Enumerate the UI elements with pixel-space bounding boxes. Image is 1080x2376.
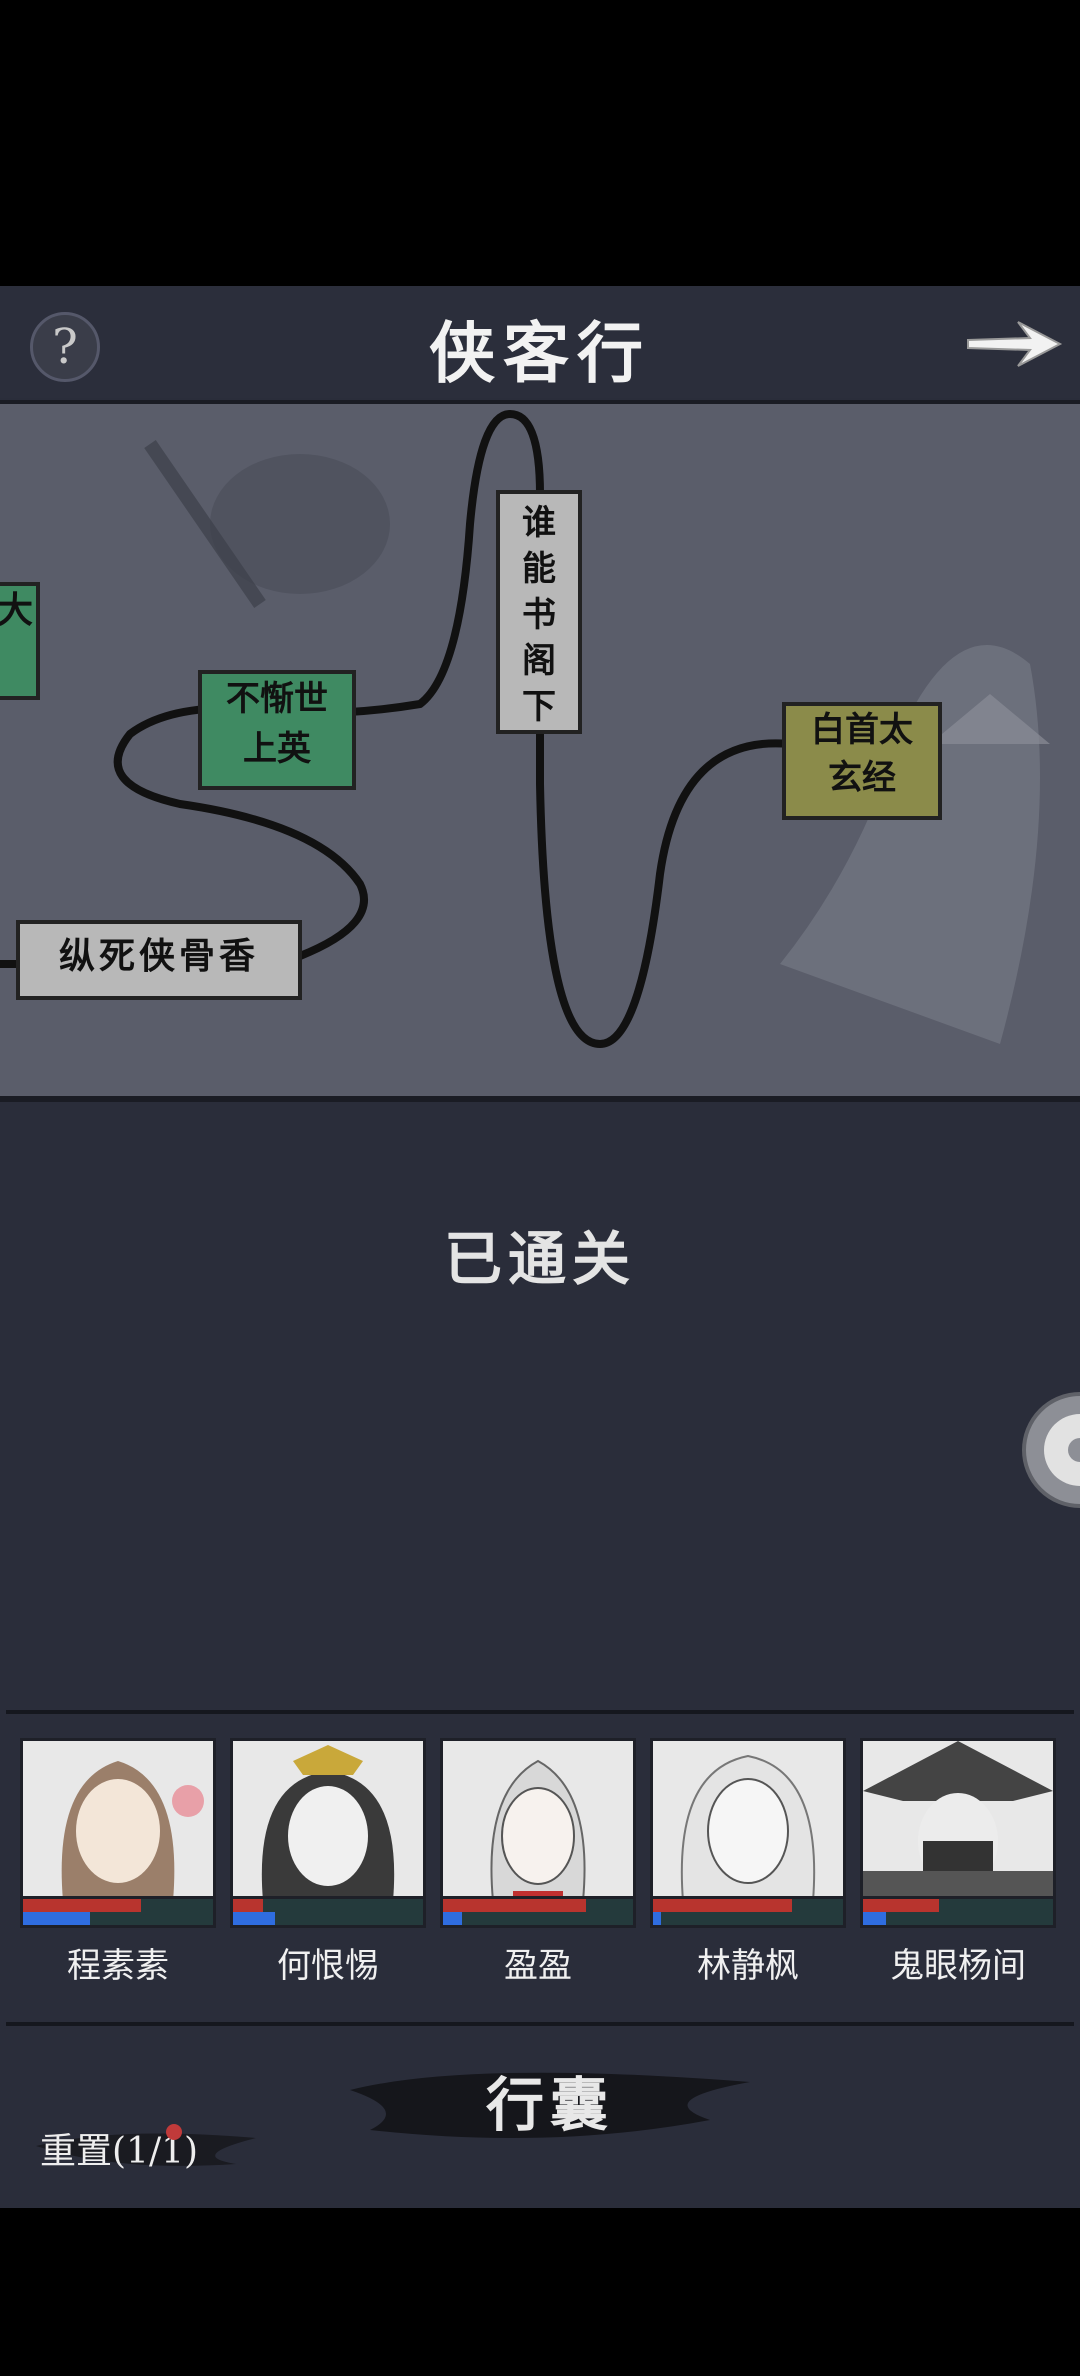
bag-button[interactable]: 行囊 xyxy=(350,2040,750,2170)
member-name: 林静枫 xyxy=(697,1946,799,1986)
map-node-zongsi[interactable]: 纵死侠骨香 xyxy=(16,920,302,1000)
mp-bar xyxy=(233,1912,275,1925)
party-member[interactable]: 林静枫 xyxy=(650,1738,846,1986)
divider-top xyxy=(6,1710,1074,1714)
next-button[interactable] xyxy=(964,314,1064,374)
hp-mp-bars xyxy=(860,1896,1056,1928)
member-name: 盈盈 xyxy=(504,1946,572,1986)
member-name: 何恨惕 xyxy=(277,1946,379,1986)
party-member[interactable]: 鬼眼杨间 xyxy=(860,1738,1056,1986)
party-member[interactable]: 盈盈 xyxy=(440,1738,636,1986)
hp-mp-bars xyxy=(440,1896,636,1928)
party-roster: 程素素 何恨惕 盈盈 林静枫 鬼眼杨间 xyxy=(20,1738,1070,1986)
member-name: 程素素 xyxy=(67,1946,169,1986)
hp-mp-bars xyxy=(20,1896,216,1928)
map-node-buchishi[interactable]: 不惭世 上英 xyxy=(198,670,356,790)
hp-bar xyxy=(233,1899,264,1912)
hp-mp-bars xyxy=(230,1896,426,1928)
notification-dot xyxy=(166,2124,182,2140)
cleared-status: 已通关 xyxy=(443,1225,636,1293)
mp-bar xyxy=(863,1912,886,1925)
hp-bar xyxy=(653,1899,792,1912)
party-member[interactable]: 程素素 xyxy=(20,1738,216,1986)
hp-bar xyxy=(23,1899,141,1912)
map-node-baishou[interactable]: 白首太 玄经 xyxy=(782,702,942,820)
mp-bar xyxy=(653,1912,661,1925)
stage-map: 大 不惭世 上英 谁 能 书 阁 下 白首太 玄经 纵死侠骨香 xyxy=(0,400,1080,1102)
bag-label: 行囊 xyxy=(485,2071,614,2139)
hp-mp-bars xyxy=(650,1896,846,1928)
page-title: 侠客行 xyxy=(429,314,651,392)
reset-button[interactable]: 重置(1/1) xyxy=(36,2116,256,2176)
map-node-shuineng[interactable]: 谁 能 书 阁 下 xyxy=(496,490,582,734)
hp-bar xyxy=(443,1899,586,1912)
mp-bar xyxy=(23,1912,90,1925)
settings-button[interactable] xyxy=(1020,1392,1080,1508)
mp-bar xyxy=(443,1912,462,1925)
member-name: 鬼眼杨间 xyxy=(890,1946,1026,1986)
map-node-left-edge[interactable]: 大 xyxy=(0,582,40,700)
party-member[interactable]: 何恨惕 xyxy=(230,1738,426,1986)
divider-bottom xyxy=(6,2022,1074,2026)
arrow-right-icon xyxy=(967,321,1063,367)
hp-bar xyxy=(863,1899,939,1912)
gear-icon xyxy=(1022,1392,1080,1508)
